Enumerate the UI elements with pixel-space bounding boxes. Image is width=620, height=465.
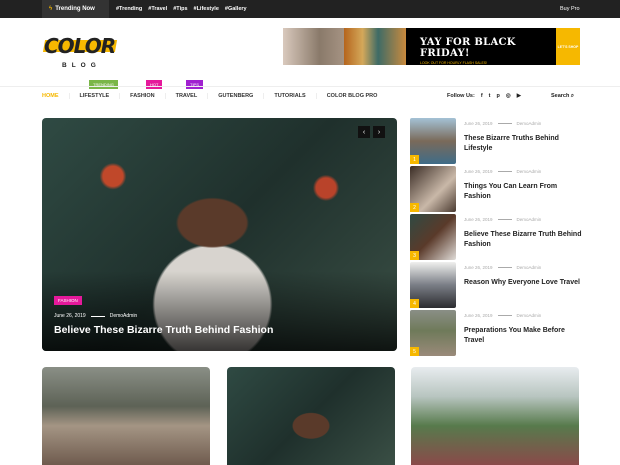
tag-link[interactable]: #Tips	[173, 6, 187, 12]
post-title[interactable]: Reason Why Everyone Love Travel	[464, 278, 582, 288]
post-card-image[interactable]	[411, 367, 579, 465]
post-meta: June 26, 2019 DemoAdmin	[464, 265, 541, 270]
sidebar-post[interactable]: 5 June 26, 2019 DemoAdmin Preparations Yo…	[410, 310, 585, 356]
nav-tutorials[interactable]: TUTORIALS	[263, 93, 315, 99]
post-title[interactable]: These Bizarre Truths Behind Lifestyle	[464, 134, 582, 154]
post-title[interactable]: Believe These Bizarre Truth Behind Fashi…	[54, 324, 273, 336]
search-icon: ⌕	[570, 93, 574, 99]
post-author[interactable]: DemoAdmin	[517, 265, 542, 270]
buy-pro-link[interactable]: Buy Pro	[560, 0, 580, 18]
post-card-image[interactable]	[42, 367, 210, 465]
post-thumbnail[interactable]: 4	[410, 262, 456, 308]
post-title[interactable]: Things You Can Learn From Fashion	[464, 182, 582, 202]
post-date: June 26, 2019	[464, 121, 493, 126]
facebook-icon[interactable]: f	[481, 93, 483, 99]
bolt-icon: ϟ	[49, 6, 53, 12]
post-date: June 26, 2019	[464, 313, 493, 318]
trending-label: Trending Now	[55, 6, 95, 12]
ad-banner[interactable]: YAY FOR BLACK FRIDAY! LOOK OUT FOR HOURLY…	[283, 28, 580, 65]
post-date: June 26, 2019	[464, 265, 493, 270]
post-thumbnail[interactable]: 3	[410, 214, 456, 260]
sidebar-post[interactable]: 4 June 26, 2019 DemoAdmin Reason Why Ever…	[410, 262, 585, 308]
rank-number: 3	[410, 251, 419, 260]
search-button[interactable]: Search ⌕	[551, 93, 574, 100]
post-title[interactable]: Believe These Bizarre Truth Behind Fashi…	[464, 230, 582, 250]
post-meta: June 26, 2019 DemoAdmin	[464, 121, 541, 126]
nav-home[interactable]: HOME	[42, 93, 69, 99]
sidebar-post[interactable]: 2 June 26, 2019 DemoAdmin Things You Can …	[410, 166, 585, 212]
rank-number: 2	[410, 203, 419, 212]
pinterest-icon[interactable]: p	[497, 93, 500, 99]
post-author[interactable]: DemoAdmin	[517, 121, 542, 126]
post-meta: June 26, 2019 DemoAdmin	[54, 313, 137, 319]
post-thumbnail[interactable]: 2	[410, 166, 456, 212]
site-logo[interactable]: COLOR BLOG	[42, 34, 122, 74]
instagram-icon[interactable]: ◎	[506, 93, 511, 99]
shop-button[interactable]: LET'S SHOP	[556, 28, 580, 65]
rank-number: 4	[410, 299, 419, 308]
category-badge[interactable]: FASHION	[54, 296, 82, 305]
main-nav: HOME LIFESTYLE FASHION TRAVEL GUTENBERG TUTOR…	[42, 93, 387, 99]
post-date: June 26, 2019	[464, 169, 493, 174]
post-meta: June 26, 2019 DemoAdmin	[464, 169, 541, 174]
post-author[interactable]: DemoAdmin	[517, 313, 542, 318]
nav-travel[interactable]: TRAVEL	[164, 93, 208, 99]
post-meta: June 26, 2019 DemoAdmin	[464, 217, 541, 222]
post-date: June 26, 2019	[464, 217, 493, 222]
post-author[interactable]: DemoAdmin	[110, 313, 138, 319]
post-author[interactable]: DemoAdmin	[517, 169, 542, 174]
trending-tags: #Trending #Travel #Tips #Lifestyle #Gallery	[116, 0, 247, 18]
logo-word: COLOR	[44, 34, 116, 58]
youtube-icon[interactable]: ▶	[517, 93, 521, 99]
tag-link[interactable]: #Trending	[116, 6, 142, 12]
sidebar-post[interactable]: 3 June 26, 2019 DemoAdmin Believe These B…	[410, 214, 585, 260]
nav-fashion[interactable]: FASHION	[119, 93, 164, 99]
featured-slide[interactable]: ‹ › FASHION June 26, 2019 DemoAdmin Believ…	[42, 118, 397, 351]
follow-label: Follow Us:	[447, 93, 475, 99]
nav-lifestyle[interactable]: LIFESTYLE	[68, 93, 120, 99]
post-date: June 26, 2019	[54, 313, 86, 319]
post-meta: June 26, 2019 DemoAdmin	[464, 313, 541, 318]
badge-hot: HOT	[146, 80, 163, 89]
logo-sub: BLOG	[62, 62, 101, 69]
trending-now: ϟ Trending Now	[42, 0, 109, 18]
rank-number: 1	[410, 155, 419, 164]
post-author[interactable]: DemoAdmin	[517, 217, 542, 222]
divider	[0, 86, 620, 87]
badge-trending: TRENDING	[89, 80, 118, 89]
banner-headline: YAY FOR BLACK FRIDAY!	[420, 37, 516, 59]
banner-sub: LOOK OUT FOR HOURLY FLASH SALES!	[420, 61, 488, 65]
post-title[interactable]: Preparations You Make Before Travel	[464, 326, 582, 346]
twitter-icon[interactable]: t	[489, 93, 491, 99]
badge-tips: TIPS	[186, 80, 203, 89]
next-arrow-icon[interactable]: ›	[373, 126, 385, 138]
social-links: Follow Us: f t p ◎ ▶	[447, 93, 521, 99]
prev-arrow-icon[interactable]: ‹	[358, 126, 370, 138]
tag-link[interactable]: #Gallery	[225, 6, 247, 12]
sidebar-post[interactable]: 1 June 26, 2019 DemoAdmin These Bizarre T…	[410, 118, 585, 164]
search-label: Search	[551, 93, 570, 99]
post-card-image[interactable]	[227, 367, 395, 465]
post-thumbnail[interactable]: 1	[410, 118, 456, 164]
nav-color-blog-pro[interactable]: COLOR BLOG PRO	[315, 93, 388, 99]
tag-link[interactable]: #Lifestyle	[194, 6, 219, 12]
rank-number: 5	[410, 347, 419, 356]
tag-link[interactable]: #Travel	[148, 6, 167, 12]
nav-gutenberg[interactable]: GUTENBERG	[207, 93, 263, 99]
post-thumbnail[interactable]: 5	[410, 310, 456, 356]
